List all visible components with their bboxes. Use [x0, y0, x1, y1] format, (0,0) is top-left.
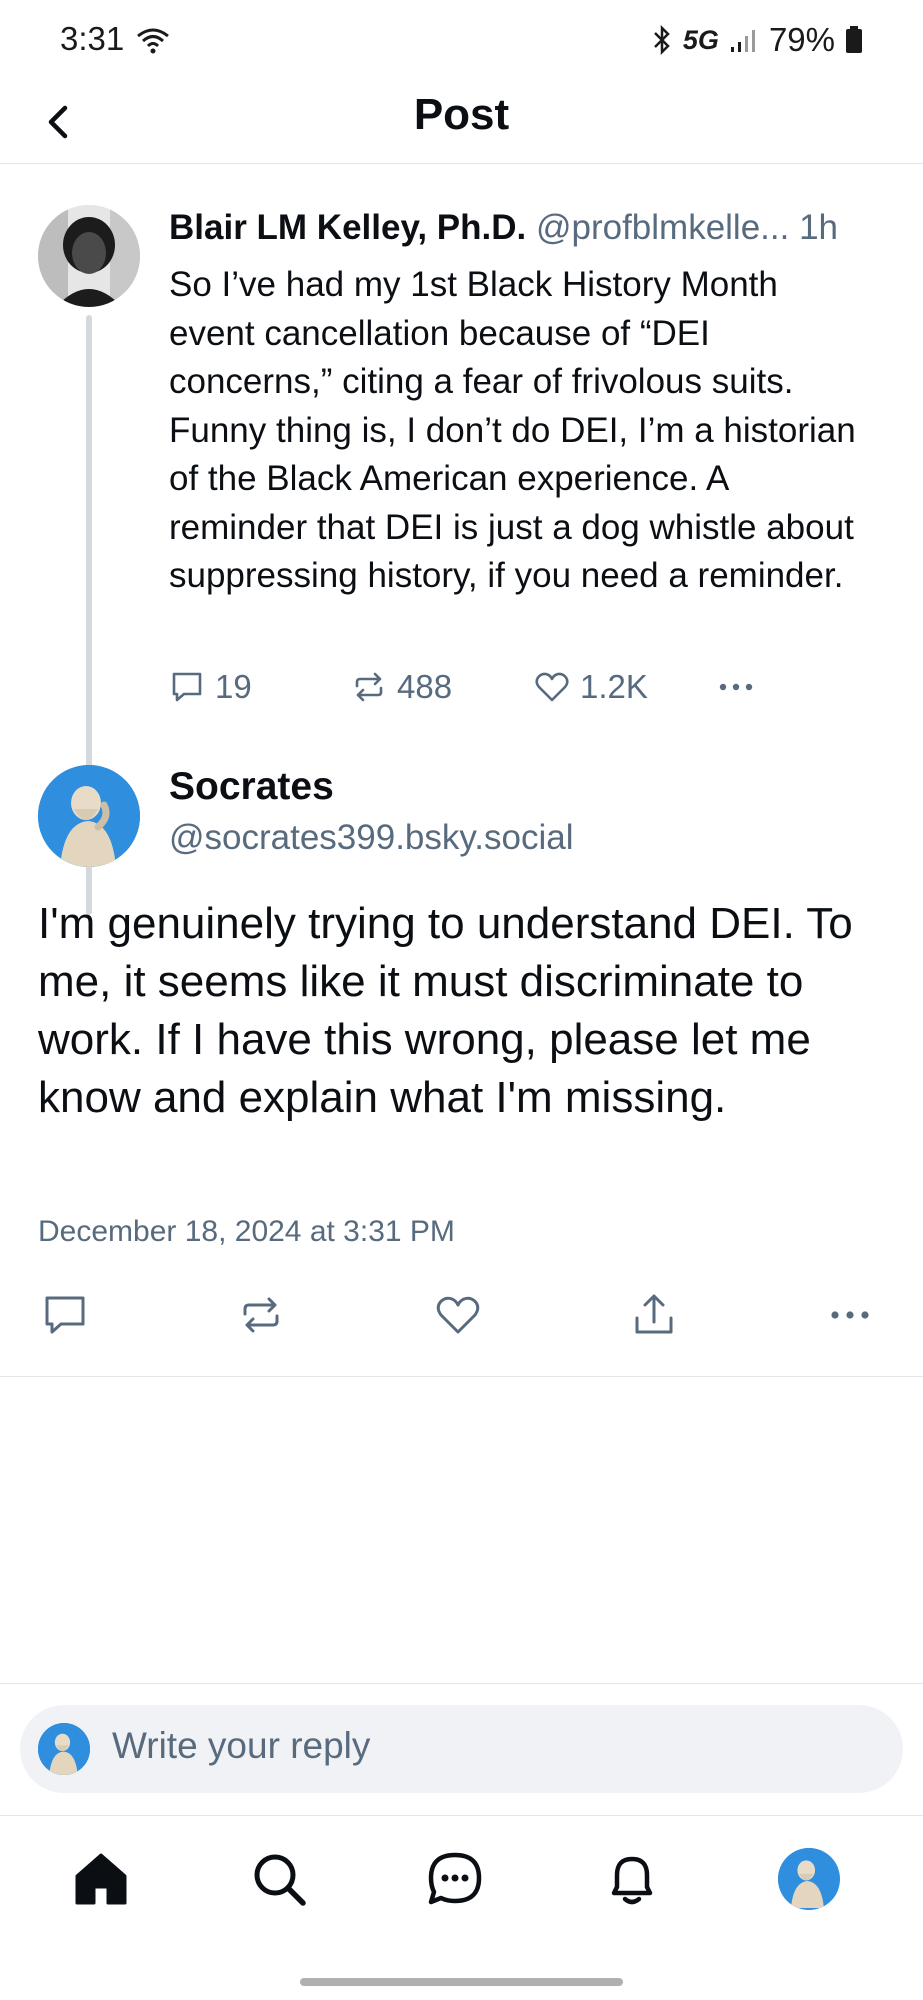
repost-count: 488 — [397, 668, 453, 705]
post-text: So I’ve had my 1st Black History Month e… — [169, 265, 856, 595]
battery-icon — [846, 26, 862, 53]
nav-home[interactable] — [68, 1846, 134, 1912]
home-indicator[interactable] — [300, 1978, 623, 1986]
more-button[interactable] — [714, 669, 758, 705]
repost-button[interactable]: 488 — [351, 668, 534, 706]
bell-icon — [611, 1856, 653, 1905]
search-icon — [254, 1854, 306, 1906]
wifi-icon — [137, 28, 169, 54]
post-actions — [0, 1280, 923, 1350]
post-actions: 19 488 1.2K — [169, 665, 758, 709]
avatar-image — [38, 765, 140, 867]
reply-button[interactable]: 19 — [169, 668, 351, 706]
repost-button[interactable] — [236, 1290, 286, 1340]
avatar-image — [38, 205, 140, 307]
post-text: I'm genuinely trying to understand DEI. … — [38, 899, 853, 1122]
chat-icon — [428, 1852, 482, 1905]
status-bar: 3:31 5G 79% — [0, 0, 923, 82]
repost-icon — [243, 1297, 279, 1333]
heart-icon — [535, 672, 569, 702]
divider — [0, 1376, 923, 1377]
post-time: 1h — [799, 208, 839, 247]
reply-placeholder: Write your reply — [112, 1725, 371, 1766]
author-handle[interactable]: @socrates399.bsky.social — [169, 818, 574, 858]
status-time: 3:31 — [60, 20, 125, 57]
like-count: 1.2K — [580, 668, 648, 705]
share-icon — [635, 1294, 673, 1334]
bottom-nav — [0, 1816, 923, 1946]
avatar — [778, 1848, 840, 1910]
heart-icon — [436, 1296, 480, 1334]
battery-percent: 79% — [768, 21, 835, 58]
author-name[interactable]: Blair LM Kelley, Ph.D. — [169, 208, 526, 247]
status-indicators: 5G 79% — [651, 20, 863, 60]
avatar — [38, 1723, 90, 1775]
share-button[interactable] — [629, 1290, 679, 1340]
post-timestamp: December 18, 2024 at 3:31 PM — [38, 1215, 455, 1248]
nav-chat[interactable] — [422, 1846, 488, 1912]
network-type: 5G — [682, 24, 719, 55]
home-icon — [75, 1853, 127, 1905]
divider — [0, 1683, 923, 1684]
avatar-image — [38, 1723, 90, 1775]
author-name[interactable]: Socrates — [169, 765, 334, 809]
reply-input[interactable]: Write your reply — [20, 1705, 903, 1793]
author-handle[interactable]: @profblmkelle... — [536, 208, 789, 247]
repost-icon — [355, 672, 383, 702]
avatar[interactable] — [38, 205, 140, 307]
ellipsis-icon — [831, 1311, 869, 1319]
avatar-image — [778, 1848, 838, 1908]
page-title: Post — [413, 90, 510, 139]
avatar[interactable] — [38, 765, 140, 867]
speech-bubble-icon — [45, 1296, 85, 1334]
reply-button[interactable] — [40, 1290, 90, 1340]
post-author-line: Blair LM Kelley, Ph.D. @profblmkelle... … — [169, 207, 899, 249]
like-button[interactable]: 1.2K — [534, 668, 714, 706]
more-button[interactable] — [825, 1290, 875, 1340]
parent-post[interactable]: Blair LM Kelley, Ph.D. @profblmkelle... … — [0, 165, 923, 915]
nav-search[interactable] — [246, 1846, 312, 1912]
signal-icon — [730, 30, 755, 52]
header: Post — [0, 82, 923, 164]
reply-count: 19 — [215, 668, 252, 705]
ellipsis-icon — [719, 683, 753, 691]
like-button[interactable] — [433, 1290, 483, 1340]
nav-profile[interactable] — [776, 1846, 842, 1912]
nav-notifications[interactable] — [599, 1846, 665, 1912]
speech-bubble-icon — [172, 672, 202, 702]
bluetooth-icon — [654, 25, 670, 55]
